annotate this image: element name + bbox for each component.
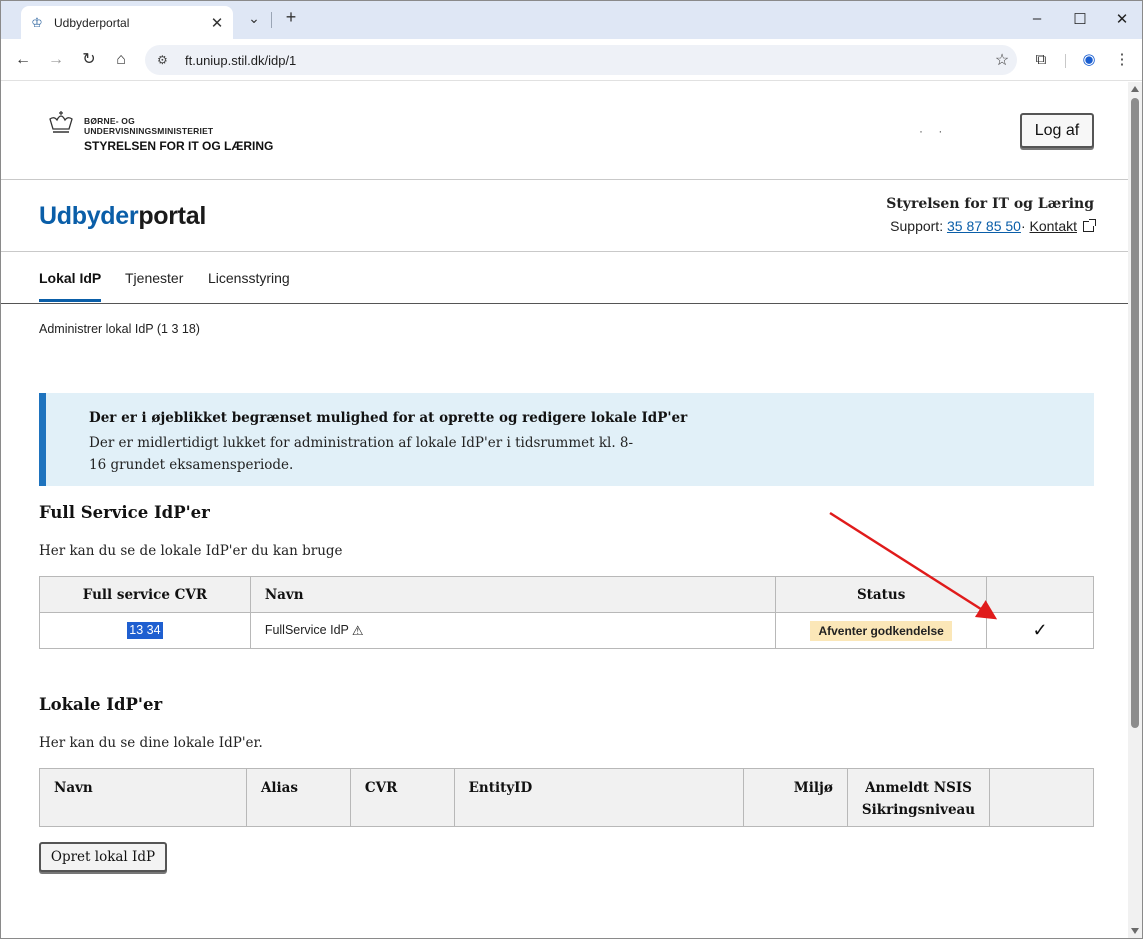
full-service-description: Her kan du se de lokale IdP'er du kan br… — [39, 543, 343, 559]
forward-icon[interactable]: → — [44, 49, 68, 71]
extensions-icon[interactable]: ⧉ — [1029, 49, 1053, 71]
browser-window: ♔ Udbyderportal ✕ ⌄ + – ☐ ✕ ← → ↻ ⌂ ⚙ ft… — [0, 0, 1143, 939]
profile-icon[interactable]: ◉ — [1077, 49, 1101, 71]
col-header-nsis: Anmeldt NSIS Sikringsniveau — [846, 768, 991, 827]
user-name: · · — [919, 124, 949, 138]
lokale-table: Navn Alias CVR EntityID Miljø Anmeldt NS… — [39, 768, 1094, 827]
support-separator: · — [1020, 218, 1026, 234]
close-tab-icon[interactable]: ✕ — [209, 14, 225, 32]
contact-link[interactable]: Kontakt — [1030, 218, 1077, 234]
lokale-description: Her kan du se dine lokale IdP'er. — [39, 735, 263, 751]
support-label: Support: — [890, 218, 944, 234]
col-header-actions — [989, 768, 1094, 827]
address-bar[interactable]: ⚙ ft.uniup.stil.dk/idp/1 ☆ — [145, 45, 1017, 75]
back-icon[interactable]: ← — [11, 49, 35, 71]
select-cell[interactable]: ✓ — [986, 612, 1094, 649]
alert-body: Der er midlertidigt lukket for administr… — [89, 435, 634, 473]
browser-toolbar: ← → ↻ ⌂ ⚙ ft.uniup.stil.dk/idp/1 ☆ ⧉ ◉ ⋮ — [1, 39, 1142, 81]
col-header-navn: Navn — [249, 576, 777, 613]
table-row[interactable]: 13 34 FullService IdP ⚠ Afventer godkende… — [39, 612, 1094, 649]
support-phone-link[interactable]: 35 87 85 50 — [947, 218, 1021, 234]
browser-tab[interactable]: ♔ Udbyderportal ✕ — [21, 6, 233, 39]
menu-kebab-icon[interactable]: ⋮ — [1110, 49, 1134, 71]
cvr-value: 13 34 — [127, 622, 163, 639]
lokale-title: Lokale IdP'er — [39, 695, 163, 714]
tab-search-chevron-icon[interactable]: ⌄ — [244, 10, 264, 27]
col-header-cvr: Full service CVR — [39, 576, 251, 613]
org-name: Styrelsen for IT og Læring — [886, 196, 1094, 212]
idp-name: FullService IdP — [264, 622, 349, 637]
ministry-name-line2: UNDERVISNINGSMINISTERIET — [84, 126, 214, 136]
bookmark-star-icon[interactable]: ☆ — [987, 50, 1017, 70]
main-nav: Lokal IdP Tjenester Licensstyring — [1, 252, 1128, 304]
col-header-status: Status — [775, 576, 988, 613]
col-header-alias: Alias — [245, 768, 351, 827]
page-content: BØRNE- OG UNDERVISNINGSMINISTERIET STYRE… — [1, 82, 1128, 938]
portal-bar: Udbyderportal Styrelsen for IT og Læring… — [1, 180, 1128, 252]
site-header: BØRNE- OG UNDERVISNINGSMINISTERIET STYRE… — [1, 82, 1128, 180]
tab-separator — [271, 12, 272, 28]
scroll-up-arrow-icon[interactable] — [1131, 86, 1139, 92]
tab-licensstyring[interactable]: Licensstyring — [208, 270, 290, 286]
crown-icon — [47, 110, 75, 138]
scroll-thumb[interactable] — [1131, 98, 1139, 728]
create-local-idp-button[interactable]: Opret lokal IdP — [39, 842, 167, 872]
nsis-line2: Sikringsniveau — [861, 802, 976, 818]
external-link-icon — [1083, 219, 1096, 232]
full-service-table: Full service CVR Navn Status 13 34 FullS… — [39, 576, 1094, 649]
col-header-navn: Navn — [39, 768, 247, 827]
tab-strip: ♔ Udbyderportal ✕ ⌄ + – ☐ ✕ — [1, 1, 1142, 39]
support-info: Support: 35 87 85 50· Kontakt — [890, 218, 1096, 234]
toolbar-separator — [1065, 54, 1066, 68]
scroll-down-arrow-icon[interactable] — [1131, 928, 1139, 934]
col-header-cvr: CVR — [349, 768, 455, 827]
tab-lokal-idp[interactable]: Lokal IdP — [39, 270, 102, 302]
status-badge: Afventer godkendelse — [810, 620, 952, 641]
tab-tjenester[interactable]: Tjenester — [125, 270, 183, 286]
col-header-select — [986, 576, 1094, 613]
cvr-cell: 13 34 — [39, 612, 251, 649]
maximize-icon[interactable]: ☐ — [1066, 10, 1094, 28]
breadcrumb: Administrer lokal IdP (1 3 18) — [39, 322, 200, 336]
alert-title: Der er i øjeblikket begrænset mulighed f… — [89, 410, 688, 426]
full-service-title: Full Service IdP'er — [39, 503, 210, 522]
ministry-logo[interactable]: BØRNE- OG UNDERVISNINGSMINISTERIET STYRE… — [47, 110, 273, 154]
portal-title[interactable]: Udbyderportal — [39, 202, 206, 231]
tab-title: Udbyderportal — [54, 15, 130, 30]
warning-icon: ⚠ — [351, 622, 364, 638]
agency-name: STYRELSEN FOR IT OG LÆRING — [84, 139, 274, 153]
portal-title-part2: portal — [138, 202, 206, 230]
col-header-miljo: Miljø — [742, 768, 848, 827]
col-header-entityid: EntityID — [453, 768, 744, 827]
minimize-icon[interactable]: – — [1023, 10, 1051, 27]
logout-button[interactable]: Log af — [1020, 113, 1094, 148]
new-tab-button[interactable]: + — [281, 7, 301, 28]
info-alert: Der er i øjeblikket begrænset mulighed f… — [39, 393, 1094, 486]
crown-favicon-icon: ♔ — [31, 14, 43, 30]
reload-icon[interactable]: ↻ — [77, 49, 101, 71]
status-cell: Afventer godkendelse — [775, 612, 988, 649]
page-scrollbar[interactable] — [1128, 82, 1142, 938]
nsis-line1: Anmeldt NSIS — [865, 780, 972, 796]
home-icon[interactable]: ⌂ — [109, 49, 133, 71]
site-info-icon[interactable]: ⚙ — [157, 53, 173, 67]
portal-title-part1: Udbyder — [39, 202, 139, 230]
url-text: ft.uniup.stil.dk/idp/1 — [185, 52, 297, 68]
close-window-icon[interactable]: ✕ — [1108, 10, 1136, 28]
ministry-name-line1: BØRNE- OG — [84, 116, 135, 126]
name-cell: FullService IdP ⚠ — [249, 612, 777, 649]
checkmark-icon[interactable]: ✓ — [1032, 620, 1047, 640]
